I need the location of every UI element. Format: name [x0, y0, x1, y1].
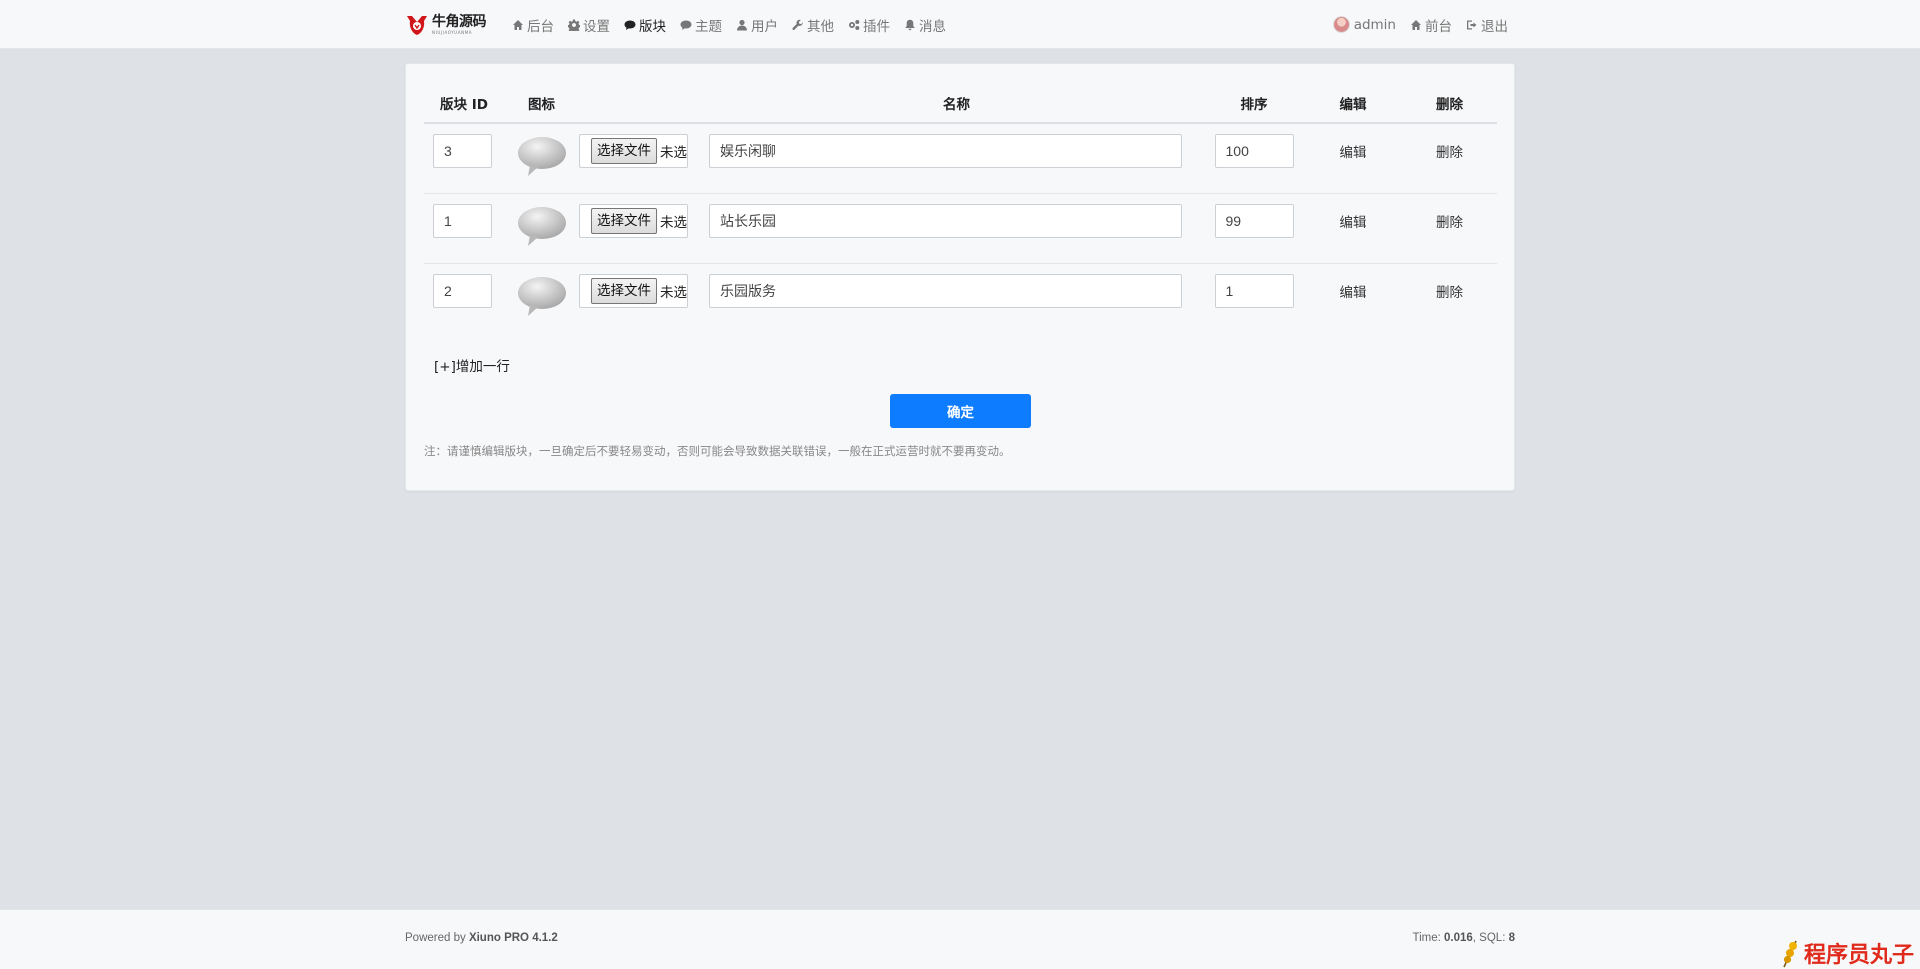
icon-file-input[interactable]: 选择文件 未选择任何文件 [579, 273, 688, 308]
time-prefix: Time: [1412, 932, 1445, 944]
file-status: 未选择任何文件 [660, 214, 687, 231]
submit-button[interactable]: 确定 [890, 394, 1031, 428]
page-footer: Powered by Xiuno PRO 4.1.2 Time: 0.016, … [0, 909, 1920, 969]
forum-list-card: 版块 ID 图标 名称 排序 编辑 删除 3 选择文件 未选 娱乐闲聊 100 … [405, 63, 1515, 491]
username: admin [1353, 16, 1396, 33]
header-rank: 排序 [1204, 84, 1304, 124]
bell-icon [905, 19, 915, 30]
nav-item-users[interactable]: 用户 [729, 0, 785, 49]
nav-label: 后台 [527, 18, 554, 35]
file-status: 未选择任何文件 [660, 284, 687, 301]
delete-link[interactable]: 删除 [1436, 281, 1463, 301]
logo-main-text: 牛角源码 [432, 13, 487, 30]
forum-rank-input[interactable] [1214, 134, 1294, 168]
choose-file-button[interactable]: 选择文件 [591, 138, 657, 164]
header-delete: 删除 [1402, 84, 1497, 124]
table-row: 选择文件 未选择任何文件 编辑 删除 [424, 263, 1497, 333]
powered-name[interactable]: Xiuno PRO 4.1.2 [469, 932, 558, 944]
sql-value: 8 [1508, 932, 1515, 944]
nav-item-forums[interactable]: 版块 [617, 0, 673, 49]
forum-icon [517, 206, 566, 246]
nav-label: 主题 [695, 18, 722, 35]
nav-label: 插件 [863, 18, 890, 35]
logo-sub-text: NIUJIAOYUANMA [432, 29, 473, 35]
warning-note: 注：请谨慎编辑版块，一旦确定后不要轻易变动，否则可能会导致数据关联错误，一般在正… [424, 444, 1011, 458]
user-icon [737, 19, 747, 30]
user-nav: admin 前台 退出 [1326, 0, 1515, 49]
forum-id-input[interactable] [433, 203, 492, 238]
logout-label: 退出 [1481, 18, 1508, 35]
comment-icon [624, 20, 636, 30]
nav-label: 其他 [807, 18, 834, 35]
nav-label: 用户 [751, 18, 778, 35]
front-label: 前台 [1425, 18, 1452, 35]
debug-stats: Time: 0.016, SQL: 8 [1412, 932, 1515, 944]
comment-icon [680, 20, 692, 30]
table-header-row: 版块 ID 图标 名称 排序 编辑 删除 [424, 84, 1497, 124]
forum-id-input[interactable] [433, 273, 492, 308]
nav-label: 版块 [639, 18, 666, 35]
header-icon: 图标 [504, 84, 579, 124]
forum-name-input[interactable] [709, 134, 1182, 168]
header-edit: 编辑 [1304, 84, 1402, 124]
edit-link[interactable]: 编辑 [1340, 281, 1367, 301]
wrench-icon [792, 19, 803, 30]
front-link[interactable]: 前台 [1403, 0, 1459, 49]
nav-item-other[interactable]: 其他 [785, 0, 841, 49]
file-status: 未选择任何文件 [660, 145, 687, 161]
forum-rank-input[interactable] [1214, 273, 1294, 308]
sql-prefix: , SQL: [1472, 932, 1509, 944]
nav-item-threads[interactable]: 主题 [673, 0, 729, 49]
edit-link[interactable]: 编辑 [1340, 211, 1367, 231]
gear-icon [568, 19, 580, 31]
nav-item-messages[interactable]: 消息 [897, 0, 953, 49]
home-icon [513, 19, 523, 30]
icon-file-input[interactable]: 选择文件 未选择任何文件 [579, 203, 688, 238]
table-row: 选择文件 未选择任何文件 编辑 删除 [424, 123, 1497, 194]
delete-link[interactable]: 删除 [1436, 211, 1463, 231]
user-menu[interactable]: admin [1326, 0, 1403, 49]
avatar [1332, 16, 1350, 33]
nav-label: 设置 [583, 18, 610, 35]
site-logo[interactable]: 牛角源码 NIUJIAOYUANMA [405, 10, 505, 40]
header-fid: 版块 ID [424, 84, 504, 124]
header-file [579, 84, 709, 124]
home-icon [1411, 19, 1421, 30]
powered-prefix: Powered by [405, 932, 469, 944]
nav-label: 消息 [919, 18, 946, 35]
nav-item-plugins[interactable]: 插件 [841, 0, 897, 49]
nav-item-settings[interactable]: 设置 [561, 0, 617, 49]
delete-link[interactable]: 删除 [1436, 141, 1463, 161]
main-nav: 后台 设置 版块 主题 用户 其他 插件 消息 [505, 0, 953, 49]
forum-icon [517, 276, 566, 316]
time-value: 0.016 [1444, 932, 1473, 944]
logout-link[interactable]: 退出 [1459, 0, 1515, 49]
top-navbar: 牛角源码 NIUJIAOYUANMA 后台 设置 版块 主题 用户 其他 插件 … [0, 0, 1920, 49]
forum-name-input[interactable] [709, 203, 1182, 238]
add-row-link[interactable]: [+]增加一行 [434, 355, 510, 375]
watermark-icon [1783, 940, 1797, 968]
choose-file-button[interactable]: 选择文件 [591, 277, 657, 304]
icon-file-input[interactable]: 选择文件 未选择任何文件 [579, 134, 688, 168]
nav-item-dashboard[interactable]: 后台 [505, 0, 561, 49]
navbar-container: 牛角源码 NIUJIAOYUANMA 后台 设置 版块 主题 用户 其他 插件 … [405, 0, 1515, 49]
powered-by: Powered by Xiuno PRO 4.1.2 [405, 932, 558, 944]
forum-name-input[interactable] [709, 273, 1182, 308]
forum-table: 版块 ID 图标 名称 排序 编辑 删除 3 选择文件 未选 娱乐闲聊 100 … [424, 84, 1497, 333]
forum-id-input[interactable] [433, 134, 492, 168]
watermark: 程序员丸子 [1780, 937, 1914, 969]
choose-file-button[interactable]: 选择文件 [591, 207, 657, 234]
logo-icon [407, 15, 427, 35]
table-row: 选择文件 未选择任何文件 编辑 删除 [424, 193, 1497, 264]
forum-rank-input[interactable] [1214, 203, 1294, 238]
watermark-text: 程序员丸子 [1803, 943, 1914, 968]
sign-out-icon [1467, 20, 1477, 29]
forum-icon [517, 137, 566, 176]
edit-link[interactable]: 编辑 [1340, 141, 1367, 161]
gears-icon [849, 19, 860, 30]
header-name: 名称 [709, 84, 1204, 124]
